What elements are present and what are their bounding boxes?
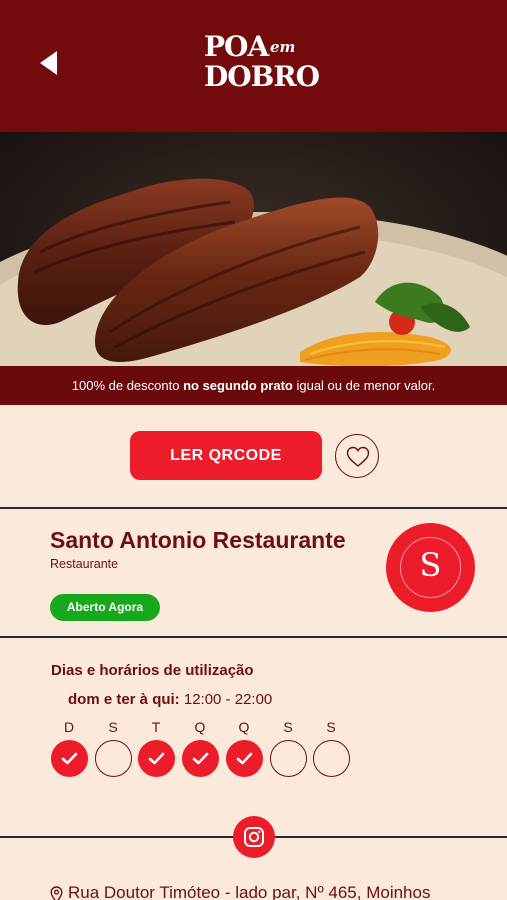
logo-line-1: POA — [204, 30, 269, 63]
back-arrow-icon — [40, 51, 57, 75]
restaurant-category: Restaurante — [50, 557, 119, 571]
schedule-hours: dom e ter à qui: 12:00 - 22:00 — [68, 691, 272, 708]
logo-line-3: DOBRO — [204, 60, 320, 93]
weekday-indicator — [138, 740, 175, 777]
weekday-letter: S — [108, 719, 118, 735]
address-text: Rua Doutor Timóteo - lado par, Nº 465, M… — [68, 883, 431, 900]
app-header: POA em DOBRO — [0, 0, 507, 132]
promo-text-start: 100% de desconto — [71, 378, 184, 393]
check-icon — [61, 752, 78, 765]
app-logo: POA em DOBRO — [196, 28, 320, 98]
weekday-letter: D — [63, 719, 75, 735]
weekday-indicator — [313, 740, 350, 777]
promo-text-highlight: no segundo prato — [183, 378, 293, 393]
restaurant-name: Santo Antonio Restaurante — [50, 527, 346, 553]
promo-caption: 100% de desconto no segundo prato igual … — [0, 366, 507, 405]
map-pin-icon — [50, 886, 63, 900]
check-icon — [192, 752, 209, 765]
promo-text-end: igual ou de menor valor. — [292, 378, 436, 393]
logo-monogram: S — [419, 546, 442, 584]
instagram-icon — [244, 827, 264, 847]
schedule-title: Dias e horários de utilização — [51, 662, 254, 679]
back-button[interactable] — [36, 48, 64, 78]
weekday-letter: S — [283, 719, 293, 735]
divider — [0, 636, 507, 638]
weekday-indicator — [270, 740, 307, 777]
divider — [0, 507, 507, 509]
weekday-letter: T — [151, 719, 161, 735]
favorite-button[interactable] — [335, 434, 379, 478]
weekday-letter: Q — [238, 719, 250, 735]
check-icon — [236, 752, 253, 765]
read-qrcode-button[interactable]: LER QRCODE — [130, 431, 322, 480]
check-icon — [148, 752, 165, 765]
heart-icon — [346, 446, 370, 467]
weekday-indicator — [182, 740, 219, 777]
logo-line-2: em — [270, 38, 296, 56]
restaurant-logo: S — [386, 523, 475, 612]
weekday-letter: Q — [194, 719, 206, 735]
weekday-letter: S — [326, 719, 336, 735]
weekday-indicator — [226, 740, 263, 777]
status-badge: Aberto Agora — [50, 594, 160, 621]
instagram-button[interactable] — [233, 816, 275, 858]
weekday-indicator — [51, 740, 88, 777]
schedule-days-label: dom e ter à qui: — [68, 691, 180, 708]
dish-photo — [0, 132, 507, 405]
schedule-time-range: 12:00 - 22:00 — [179, 691, 273, 708]
weekday-indicator — [95, 740, 132, 777]
